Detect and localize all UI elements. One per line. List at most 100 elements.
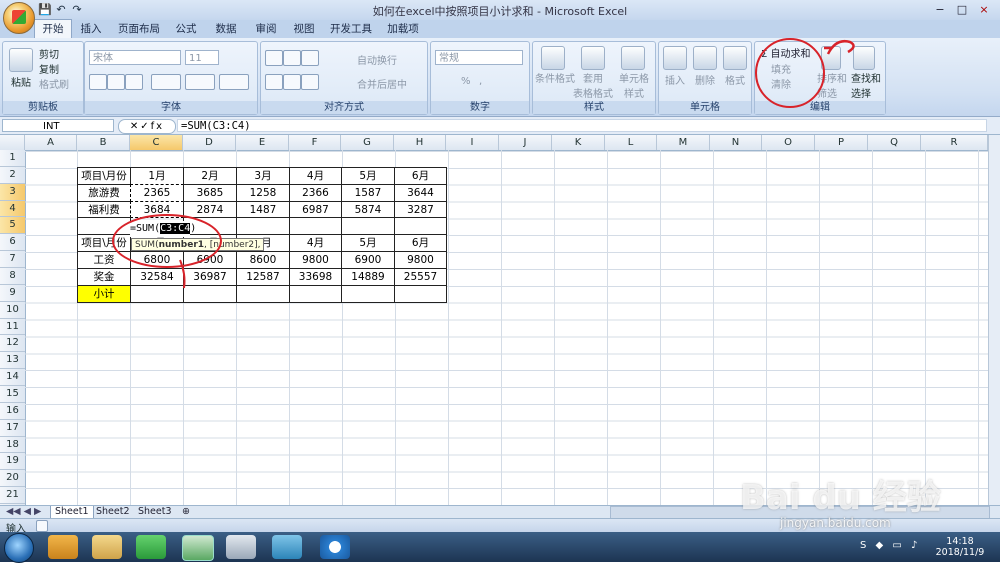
minimize-button[interactable]: − <box>930 2 950 17</box>
table-empty-cell[interactable] <box>394 217 447 236</box>
column-header[interactable]: F <box>289 135 341 150</box>
column-header[interactable]: A <box>25 135 77 150</box>
tab-addins[interactable]: 加载项 <box>380 20 426 38</box>
row-header[interactable]: 12 <box>0 335 25 353</box>
column-header[interactable]: N <box>710 135 762 150</box>
delete-cells-icon[interactable] <box>693 46 717 70</box>
delete-cells-button[interactable]: 删除 <box>695 72 715 87</box>
table-cell[interactable]: 9800 <box>289 251 342 270</box>
macro-record-icon[interactable] <box>36 520 48 532</box>
paste-button[interactable]: 粘贴 <box>11 74 31 89</box>
sheet-nav-icons[interactable]: ◀◀ ◀ ▶ ▶▶ <box>2 506 50 529</box>
table-cell[interactable]: 5874 <box>341 200 395 219</box>
row-header[interactable]: 17 <box>0 420 25 437</box>
tab-page-layout[interactable]: 页面布局 <box>112 20 166 38</box>
start-button[interactable] <box>4 533 34 563</box>
folder-icon[interactable] <box>92 535 122 559</box>
table-cell[interactable]: 旅游费 <box>77 183 131 202</box>
name-box[interactable]: INT <box>2 119 114 132</box>
tab-formulas[interactable]: 公式 <box>168 20 204 38</box>
table-empty-cell[interactable] <box>289 217 342 236</box>
book-icon[interactable] <box>272 535 302 559</box>
row-header[interactable]: 9 <box>0 285 25 302</box>
table-cell[interactable]: 14889 <box>341 268 395 286</box>
paint-icon[interactable] <box>226 535 256 559</box>
row-header[interactable]: 2 <box>0 167 25 184</box>
align-bottom-icon[interactable] <box>301 50 319 66</box>
vertical-scrollbar[interactable] <box>988 135 1000 505</box>
formula-input[interactable]: =SUM(C3:C4) <box>177 119 987 132</box>
bold-icon[interactable] <box>89 74 107 90</box>
table-cell[interactable]: 3287 <box>394 200 447 219</box>
table-empty-cell[interactable] <box>341 217 395 236</box>
subtotal-cell[interactable] <box>236 284 290 303</box>
column-header[interactable]: J <box>499 135 552 150</box>
cut-button[interactable]: 剪切 <box>39 46 59 61</box>
table-cell[interactable]: 9800 <box>394 251 447 270</box>
table-cell[interactable]: 奖金 <box>77 268 131 286</box>
row-header[interactable]: 15 <box>0 386 25 403</box>
column-header[interactable]: M <box>657 135 710 150</box>
table-header-cell[interactable]: 5月 <box>341 166 395 185</box>
table-header-cell[interactable]: 6月 <box>394 166 447 185</box>
table-cell[interactable]: 12587 <box>236 268 290 286</box>
maximize-button[interactable]: □ <box>952 2 972 17</box>
table-header-cell[interactable]: 1月 <box>130 166 184 185</box>
table-cell[interactable]: 2365 <box>130 183 184 202</box>
font-size-combo[interactable]: 11 <box>185 50 219 65</box>
table-cell[interactable]: 33698 <box>289 268 342 286</box>
table-cell[interactable]: 福利费 <box>77 200 131 219</box>
subtotal-label-cell[interactable]: 小计 <box>77 284 131 303</box>
align-top-icon[interactable] <box>265 50 283 66</box>
table-format-button[interactable]: 套用 表格格式 <box>573 70 613 100</box>
row-header[interactable]: 20 <box>0 470 25 488</box>
tab-view[interactable]: 视图 <box>286 20 322 38</box>
sheet-tab[interactable]: Sheet3 <box>134 506 176 518</box>
row-header[interactable]: 11 <box>0 319 25 336</box>
excel-icon[interactable] <box>182 535 214 561</box>
cell-style-button[interactable]: 单元格 样式 <box>619 70 649 100</box>
row-header[interactable]: 3 <box>0 183 25 201</box>
paste-icon[interactable] <box>9 48 33 72</box>
row-header[interactable]: 1 <box>0 150 25 167</box>
row-header[interactable]: 7 <box>0 251 25 269</box>
close-button[interactable]: × <box>974 2 994 17</box>
table-header-cell[interactable]: 2月 <box>183 166 237 185</box>
wechat-icon[interactable] <box>136 535 166 559</box>
table-cell[interactable]: 6900 <box>341 251 395 270</box>
subtotal-cell[interactable] <box>289 284 342 303</box>
insert-sheet-icon[interactable]: ⊕ <box>178 506 196 518</box>
sogou-browser-icon[interactable] <box>320 535 350 559</box>
column-header[interactable]: K <box>552 135 605 150</box>
row-header[interactable]: 16 <box>0 403 25 420</box>
formula-buttons[interactable]: ✕✓fx <box>118 119 176 134</box>
tab-home[interactable]: 开始 <box>34 19 72 38</box>
underline-icon[interactable] <box>125 74 143 90</box>
border-icon[interactable] <box>151 74 181 90</box>
conditional-format-icon[interactable] <box>541 46 565 70</box>
subtotal-cell[interactable] <box>341 284 395 303</box>
tray-icons[interactable]: S ◆ ▭ ♪ <box>860 540 924 552</box>
row-header[interactable]: 5 <box>0 217 25 235</box>
row-header[interactable]: 10 <box>0 302 25 319</box>
sheet-tab[interactable]: Sheet2 <box>92 506 134 518</box>
format-painter-button[interactable]: 格式刷 <box>39 76 69 91</box>
table-header-cell[interactable]: 项目\月份 <box>77 166 131 185</box>
tab-review[interactable]: 审阅 <box>248 20 284 38</box>
font-name-combo[interactable]: 宋体 <box>89 50 181 65</box>
row-header[interactable]: 13 <box>0 352 25 370</box>
table-cell[interactable]: 1487 <box>236 200 290 219</box>
table-header-cell[interactable]: 5月 <box>341 234 395 253</box>
office-button[interactable] <box>3 2 35 34</box>
percent-button[interactable]: % <box>461 76 471 87</box>
column-header[interactable]: Q <box>868 135 921 150</box>
taskbar-app-icon[interactable] <box>48 535 78 559</box>
row-header[interactable]: 21 <box>0 487 25 505</box>
align-right-icon[interactable] <box>301 74 319 90</box>
align-left-icon[interactable] <box>265 74 283 90</box>
table-cell[interactable]: 8600 <box>236 251 290 270</box>
row-header[interactable]: 8 <box>0 268 25 285</box>
insert-cells-icon[interactable] <box>663 46 687 70</box>
table-cell[interactable]: 25557 <box>394 268 447 286</box>
insert-cells-button[interactable]: 插入 <box>665 72 685 87</box>
